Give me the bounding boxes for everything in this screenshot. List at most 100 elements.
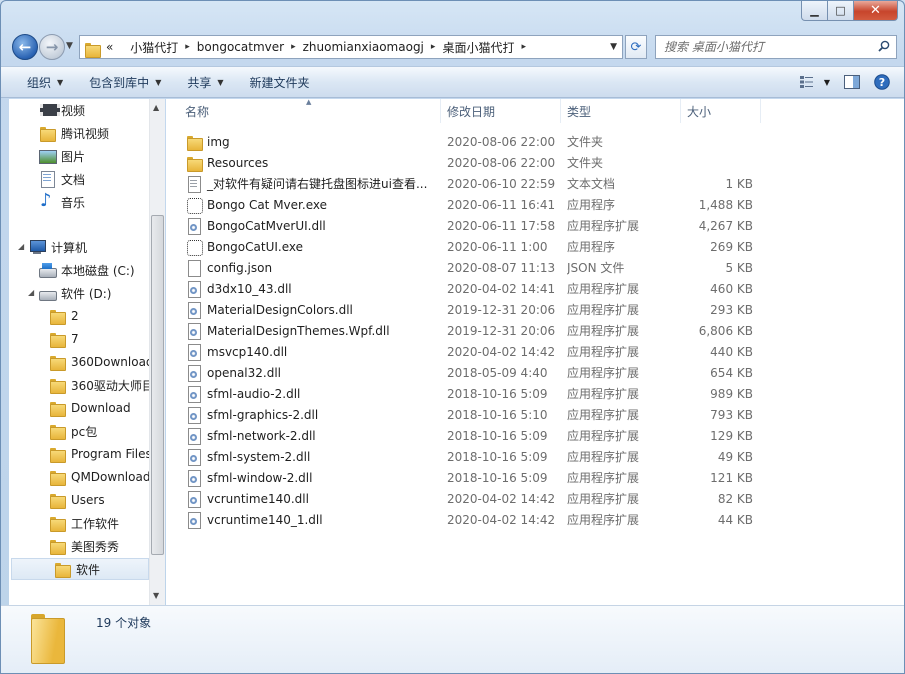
breadcrumb-item[interactable]: 小猫代打 bbox=[130, 39, 178, 56]
maximize-button[interactable]: □ bbox=[828, 1, 854, 21]
table-row[interactable]: BongoCatMverUI.dll 2020-06-11 17:58 应用程序扩展… bbox=[166, 215, 904, 236]
preview-pane-button[interactable] bbox=[840, 71, 864, 93]
nav-item-label: 360Download bbox=[71, 355, 154, 369]
nav-item-computer[interactable]: 计算机 bbox=[29, 236, 87, 258]
include-in-library-menu[interactable]: 包含到库中 ▼ bbox=[79, 70, 171, 94]
dll-file-icon bbox=[186, 406, 202, 424]
table-row[interactable]: sfml-audio-2.dll 2018-10-16 5:09 应用程序扩展 989… bbox=[166, 383, 904, 404]
nav-item-folder[interactable]: 360Download bbox=[49, 351, 154, 373]
table-row[interactable]: openal32.dll 2018-05-09 4:40 应用程序扩展 654 KB bbox=[166, 362, 904, 383]
application-icon bbox=[186, 197, 203, 214]
recent-pages-chevron-down-icon[interactable]: ▼ bbox=[66, 41, 73, 51]
table-row[interactable]: Resources 2020-08-06 22:00 文件夹 bbox=[166, 152, 904, 173]
breadcrumb-item[interactable]: 桌面小猫代打 bbox=[442, 39, 514, 56]
breadcrumb-overflow[interactable]: « bbox=[106, 40, 113, 54]
file-name: BongoCatMverUI.dll bbox=[186, 215, 440, 236]
nav-item-folder[interactable]: Users bbox=[49, 489, 105, 511]
folder-icon bbox=[49, 377, 66, 394]
computer-collapse-icon[interactable]: ◢ bbox=[18, 242, 24, 251]
breadcrumb-chevron-icon[interactable]: ▸ bbox=[185, 42, 190, 52]
nav-item-tencent-video[interactable]: 腾讯视频 bbox=[39, 122, 109, 144]
file-size: 989 KB bbox=[710, 386, 753, 401]
nav-item-folder[interactable]: pc包 bbox=[49, 420, 97, 442]
new-folder-button[interactable]: 新建文件夹 bbox=[240, 70, 320, 94]
forward-button[interactable]: → bbox=[39, 34, 65, 60]
table-row[interactable]: MaterialDesignThemes.Wpf.dll 2019-12-31 2… bbox=[166, 320, 904, 341]
file-date: 2020-04-02 14:42 bbox=[447, 512, 556, 527]
breadcrumb-chevron-icon[interactable]: ▸ bbox=[291, 42, 296, 52]
nav-item-folder[interactable]: Download bbox=[49, 397, 131, 419]
nav-item-music[interactable]: 音乐 bbox=[39, 190, 85, 213]
breadcrumb-chevron-icon[interactable]: ▸ bbox=[521, 42, 526, 52]
breadcrumb-item[interactable]: bongocatmver bbox=[197, 40, 284, 54]
close-button[interactable]: ✕ bbox=[854, 1, 898, 21]
table-row[interactable]: BongoCatUI.exe 2020-06-11 1:00 应用程序 269 KB bbox=[166, 236, 904, 257]
navpane-scrollbar[interactable]: ▲ ▼ bbox=[149, 99, 165, 605]
nav-item-documents[interactable]: 文档 bbox=[39, 168, 85, 190]
file-size bbox=[681, 131, 753, 152]
nav-item-folder[interactable]: 360驱动大师目 bbox=[49, 374, 154, 396]
table-row[interactable]: vcruntime140_1.dll 2020-04-02 14:42 应用程序扩展… bbox=[166, 509, 904, 530]
file-name-text: config.json bbox=[207, 260, 273, 275]
minimize-button[interactable]: ▁ bbox=[801, 1, 828, 21]
nav-item-folder[interactable]: QMDownload bbox=[49, 466, 150, 488]
help-button[interactable]: ? bbox=[870, 71, 894, 93]
table-row[interactable]: Bongo Cat Mver.exe 2020-06-11 16:41 应用程序 1,… bbox=[166, 194, 904, 215]
scroll-down-icon[interactable]: ▼ bbox=[153, 591, 159, 600]
nav-item-folder[interactable]: Program Files bbox=[49, 443, 152, 465]
nav-item-folder[interactable]: 2 bbox=[49, 305, 79, 327]
refresh-button[interactable]: ⟳ bbox=[625, 35, 647, 59]
scrollbar-thumb[interactable] bbox=[151, 215, 164, 555]
table-row[interactable]: sfml-system-2.dll 2018-10-16 5:09 应用程序扩展 49… bbox=[166, 446, 904, 467]
share-menu[interactable]: 共享 ▼ bbox=[177, 70, 233, 94]
column-header-type[interactable]: 类型 bbox=[561, 99, 681, 123]
dll-file-icon bbox=[186, 322, 202, 340]
folder-icon bbox=[49, 400, 66, 417]
address-dropdown-chevron-down-icon[interactable]: ▼ bbox=[610, 42, 617, 52]
dll-file-icon bbox=[186, 427, 202, 445]
view-options-chevron-down-icon[interactable]: ▼ bbox=[820, 71, 834, 93]
table-row[interactable]: config.json 2020-08-07 11:13 JSON 文件 5 KB bbox=[166, 257, 904, 278]
table-row[interactable]: _对软件有疑问请右键托盘图标进ui查看... 2020-06-10 22:59 文本… bbox=[166, 173, 904, 194]
file-date: 2018-10-16 5:09 bbox=[447, 386, 548, 401]
file-size: 5 KB bbox=[725, 260, 753, 275]
details-pane: 19 个对象 bbox=[1, 605, 904, 673]
breadcrumb-item[interactable]: zhuomianxiaomaogj bbox=[303, 40, 424, 54]
file-type: 应用程序扩展 bbox=[567, 429, 640, 443]
table-row[interactable]: d3dx10_43.dll 2020-04-02 14:41 应用程序扩展 460 K… bbox=[166, 278, 904, 299]
table-row[interactable]: sfml-graphics-2.dll 2018-10-16 5:10 应用程序扩展… bbox=[166, 404, 904, 425]
nav-item-drive-d[interactable]: 软件 (D:) bbox=[39, 282, 111, 304]
nav-item-folder[interactable]: 7 bbox=[49, 328, 79, 350]
column-header-size[interactable]: 大小 bbox=[681, 99, 761, 123]
view-options-button[interactable] bbox=[796, 71, 820, 93]
column-header-name[interactable]: ▲ 名称 bbox=[166, 98, 441, 123]
table-row[interactable]: img 2020-08-06 22:00 文件夹 bbox=[166, 131, 904, 152]
nav-item-videos[interactable]: 视频 bbox=[39, 99, 85, 121]
file-list[interactable]: ▲ 名称 修改日期 类型 大小 img 2020-08-06 22:00 文件夹 Re… bbox=[166, 98, 904, 605]
nav-item-folder-selected[interactable]: 软件 bbox=[11, 558, 149, 580]
search-box[interactable] bbox=[655, 35, 897, 59]
nav-item-label: 文档 bbox=[61, 172, 86, 187]
table-row[interactable]: MaterialDesignColors.dll 2019-12-31 20:06… bbox=[166, 299, 904, 320]
search-icon[interactable] bbox=[878, 40, 890, 52]
column-header-date[interactable]: 修改日期 bbox=[441, 99, 561, 123]
table-row[interactable]: msvcp140.dll 2020-04-02 14:42 应用程序扩展 440 KB bbox=[166, 341, 904, 362]
address-bar[interactable]: « 小猫代打 ▸ bongocatmver ▸ zhuomianxiaomaog… bbox=[79, 35, 623, 59]
breadcrumb-chevron-icon[interactable]: ▸ bbox=[431, 42, 436, 52]
scroll-up-icon[interactable]: ▲ bbox=[153, 103, 159, 112]
organize-menu[interactable]: 组织 ▼ bbox=[17, 70, 73, 94]
nav-item-folder[interactable]: 美图秀秀 bbox=[49, 535, 119, 557]
file-name-text: sfml-graphics-2.dll bbox=[207, 407, 319, 422]
navigation-pane[interactable]: 视频 腾讯视频 图片 文档 音乐 ◢ 计算机 本地磁盘 (C:) ◢ bbox=[9, 99, 165, 605]
table-row[interactable]: sfml-window-2.dll 2018-10-16 5:09 应用程序扩展 12… bbox=[166, 467, 904, 488]
nav-item-pictures[interactable]: 图片 bbox=[39, 145, 85, 167]
nav-item-folder[interactable]: 工作软件 bbox=[49, 512, 119, 534]
table-row[interactable]: vcruntime140.dll 2020-04-02 14:42 应用程序扩展 82… bbox=[166, 488, 904, 509]
back-button[interactable]: ← bbox=[12, 34, 38, 60]
file-name-text: BongoCatUI.exe bbox=[207, 239, 303, 254]
nav-item-drive-c[interactable]: 本地磁盘 (C:) bbox=[39, 259, 135, 281]
search-input[interactable] bbox=[664, 40, 869, 54]
drive-d-collapse-icon[interactable]: ◢ bbox=[28, 288, 34, 297]
table-row[interactable]: sfml-network-2.dll 2018-10-16 5:09 应用程序扩展 1… bbox=[166, 425, 904, 446]
dll-file-icon bbox=[186, 301, 202, 319]
